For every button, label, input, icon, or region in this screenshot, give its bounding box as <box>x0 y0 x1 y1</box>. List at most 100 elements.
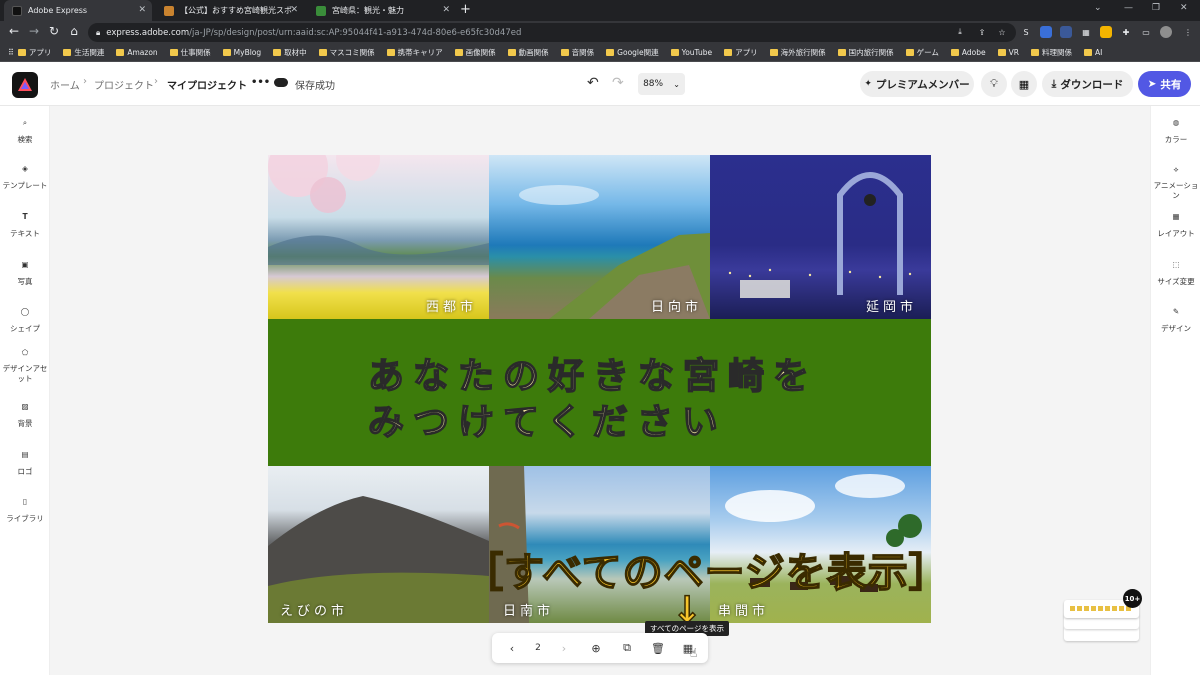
bookmark-item[interactable]: アプリ <box>17 47 51 58</box>
background-icon: ▨ <box>21 402 29 411</box>
rail-background[interactable]: ▨ 背景 <box>0 402 50 429</box>
profile-avatar-icon[interactable] <box>1160 26 1172 38</box>
extensions-puzzle-icon[interactable]: ✚ <box>1120 26 1132 38</box>
bookmark-item[interactable]: 国内旅行関係 <box>837 47 894 58</box>
tab-search-icon[interactable]: ⌄ <box>1094 3 1102 13</box>
extension-grid-icon[interactable]: ▦ <box>1080 26 1092 38</box>
bookmark-label: 生活関連 <box>74 48 105 57</box>
bookmark-item[interactable]: 動画関係 <box>507 47 549 58</box>
adobe-express-logo-icon[interactable] <box>12 72 38 98</box>
schedule-calendar-button[interactable]: ▦ <box>1011 71 1037 97</box>
duplicate-page-icon[interactable]: ⧉ <box>619 640 635 656</box>
rail-text[interactable]: T テキスト <box>0 212 50 239</box>
screen: Adobe Express ✕ 【公式】おすすめ宮崎観光スポット／ ✕ 宮崎県：… <box>0 0 1200 675</box>
photo-saito[interactable]: 西都市 <box>268 155 489 319</box>
bookmark-item[interactable]: 料理関係 <box>1030 47 1072 58</box>
browser-menu-icon[interactable]: ⋮ <box>1182 26 1194 38</box>
extension-yellow-icon[interactable] <box>1100 26 1112 38</box>
more-options-button[interactable]: ••• <box>251 77 270 88</box>
bookmark-item[interactable]: MyBlog <box>222 48 261 57</box>
bookmark-item[interactable]: 仕事関係 <box>169 47 211 58</box>
bookmark-item[interactable]: YouTube <box>670 48 712 57</box>
folder-icon <box>905 49 914 56</box>
premium-member-button[interactable]: ✦ プレミアムメンバー <box>860 71 974 97</box>
tab-miyazaki-spots[interactable]: 【公式】おすすめ宮崎観光スポット／ ✕ <box>156 0 304 21</box>
add-page-icon[interactable]: ⊕ <box>588 640 604 656</box>
photo-icon: ▣ <box>21 260 29 269</box>
bookmark-item[interactable]: 取材中 <box>273 47 307 58</box>
next-page-icon[interactable]: › <box>556 640 572 656</box>
photo-nobeoka[interactable]: 延岡市 <box>710 155 931 319</box>
photo-hyuga[interactable]: 日向市 <box>489 155 710 319</box>
bookmark-item[interactable]: 生活関連 <box>63 47 104 58</box>
tab-miyazaki-pref[interactable]: 宮崎県：観光・魅力 ✕ <box>308 0 456 21</box>
close-window-icon[interactable]: ✕ <box>1180 3 1188 13</box>
rail-design-assets[interactable]: ⬠ デザインアセット <box>0 348 50 384</box>
tips-lightbulb-button[interactable]: 💡︎ <box>981 71 1007 97</box>
rail-templates[interactable]: ◈ テンプレート <box>0 164 50 191</box>
rail-library[interactable]: ▯ ライブラリ <box>0 497 50 524</box>
app-header: ホーム › プロジェクト › マイプロジェクト ••• 保存成功 ↶ ↷ 88%… <box>0 62 1200 106</box>
delete-page-icon[interactable]: 🗑︎ <box>650 640 666 656</box>
extension-blue-icon[interactable] <box>1040 26 1052 38</box>
new-tab-button[interactable]: + <box>460 2 471 17</box>
home-icon[interactable]: ⌂ <box>66 24 82 38</box>
install-app-icon[interactable]: ⤓ <box>954 26 966 38</box>
close-tab-icon[interactable]: ✕ <box>442 5 450 15</box>
bookmark-item[interactable]: Google関連 <box>606 47 659 58</box>
share-button[interactable]: ➤ 共有 <box>1138 71 1191 97</box>
bookmark-item[interactable]: Adobe <box>950 48 986 57</box>
zoom-select[interactable]: 88% ⌄ <box>638 73 685 95</box>
undo-icon[interactable]: ↶ <box>587 75 599 91</box>
rail-shapes[interactable]: ◯ シェイプ <box>0 307 50 334</box>
redo-icon[interactable]: ↷ <box>612 75 624 91</box>
rail-animation[interactable]: ⟡ アニメーション <box>1151 165 1200 201</box>
reload-icon[interactable]: ↻ <box>46 24 62 38</box>
breadcrumb-my-projects[interactable]: マイプロジェクト <box>167 77 247 92</box>
restore-icon[interactable]: ❐ <box>1152 3 1160 13</box>
breadcrumb-projects[interactable]: プロジェクト <box>94 77 154 92</box>
bookmark-item[interactable]: Amazon <box>116 48 158 57</box>
breadcrumb-home[interactable]: ホーム <box>50 77 80 92</box>
page-number: 2 <box>535 643 541 653</box>
extension-s-icon[interactable]: S <box>1020 26 1032 38</box>
reading-list-icon[interactable]: ▭ <box>1140 26 1152 38</box>
rail-design[interactable]: ✎ デザイン <box>1151 307 1200 334</box>
download-button[interactable]: ⤓ ダウンロード <box>1042 71 1133 97</box>
rail-layout[interactable]: ▦ レイアウト <box>1151 212 1200 239</box>
rail-logo[interactable]: ▤ ロゴ <box>0 450 50 477</box>
bookmark-label: Google関連 <box>617 48 659 57</box>
rail-photos[interactable]: ▣ 写真 <box>0 260 50 287</box>
extension-f-icon[interactable] <box>1060 26 1072 38</box>
bookmark-item[interactable]: アプリ <box>724 47 758 58</box>
bookmark-item[interactable]: 画像関係 <box>454 47 496 58</box>
close-tab-icon[interactable]: ✕ <box>138 5 146 15</box>
headline-line-1[interactable]: あなたの好きな宮崎を <box>367 347 818 399</box>
rail-search[interactable]: ⌕ 検索 <box>0 118 50 145</box>
previous-page-icon[interactable]: ‹ <box>504 640 520 656</box>
back-icon[interactable]: ← <box>6 24 22 38</box>
bookmark-item[interactable]: マスコミ関係 <box>318 47 375 58</box>
apps-grid-icon[interactable]: ⠿ <box>8 48 14 57</box>
bookmark-item[interactable]: ゲーム <box>905 47 939 58</box>
bookmark-item[interactable]: 海外旅行関係 <box>769 47 826 58</box>
rail-resize[interactable]: ⬚ サイズ変更 <box>1151 260 1200 287</box>
folder-icon <box>386 49 395 56</box>
bookmark-star-icon[interactable]: ☆ <box>996 26 1008 38</box>
bookmark-item[interactable]: AI <box>1083 48 1102 57</box>
minimize-icon[interactable]: — <box>1124 3 1133 13</box>
folder-icon <box>670 49 679 56</box>
close-tab-icon[interactable]: ✕ <box>290 5 298 15</box>
forward-icon[interactable]: → <box>26 24 42 38</box>
send-icon: ➤ <box>1147 78 1157 90</box>
library-icon: ▯ <box>22 497 28 506</box>
address-bar[interactable]: 🔒︎ express.adobe.com/ja-JP/sp/design/pos… <box>88 23 1016 42</box>
tab-adobe-express[interactable]: Adobe Express ✕ <box>4 0 152 21</box>
share-page-icon[interactable]: ⇪ <box>976 26 988 38</box>
bookmark-item[interactable]: 音関係 <box>560 47 594 58</box>
photo-ebino[interactable]: えびの市 <box>268 466 489 623</box>
headline-line-2[interactable]: みつけてください <box>367 393 727 445</box>
rail-color[interactable]: ◍ カラー <box>1151 118 1200 145</box>
bookmark-item[interactable]: 携帯キャリア <box>386 47 443 58</box>
bookmark-item[interactable]: VR <box>997 48 1019 57</box>
